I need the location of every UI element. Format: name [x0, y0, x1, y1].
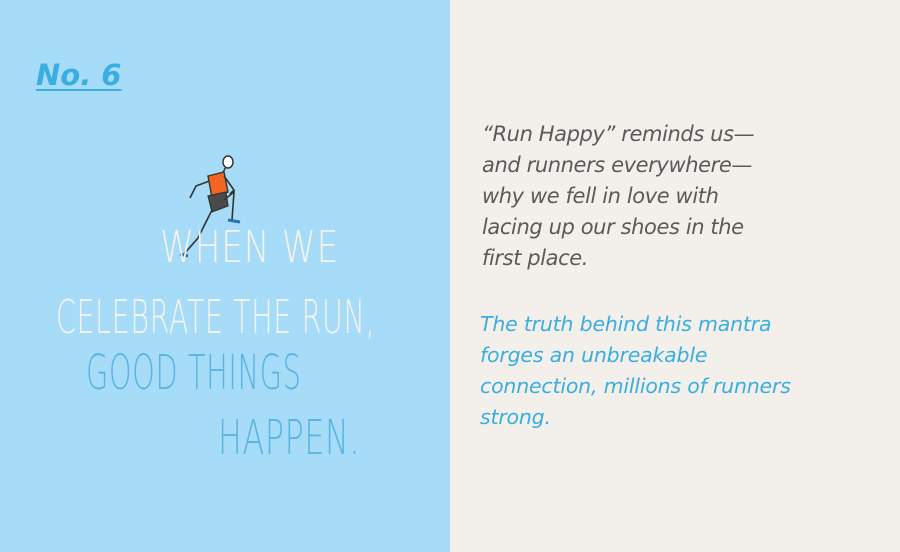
headline-line-4: HAPPEN. — [218, 410, 361, 466]
headline-line-3: GOOD THINGS — [86, 345, 302, 401]
headline-line-2: CELEBRATE THE RUN, — [56, 290, 376, 344]
headline-line-1: WHEN WE — [160, 222, 340, 273]
article-number: No. 6 — [36, 58, 122, 92]
quote-text: “Run Happy” reminds us—and runners every… — [482, 122, 755, 270]
body-text: The truth behind this mantra forges an u… — [480, 312, 791, 429]
right-panel — [450, 0, 900, 552]
